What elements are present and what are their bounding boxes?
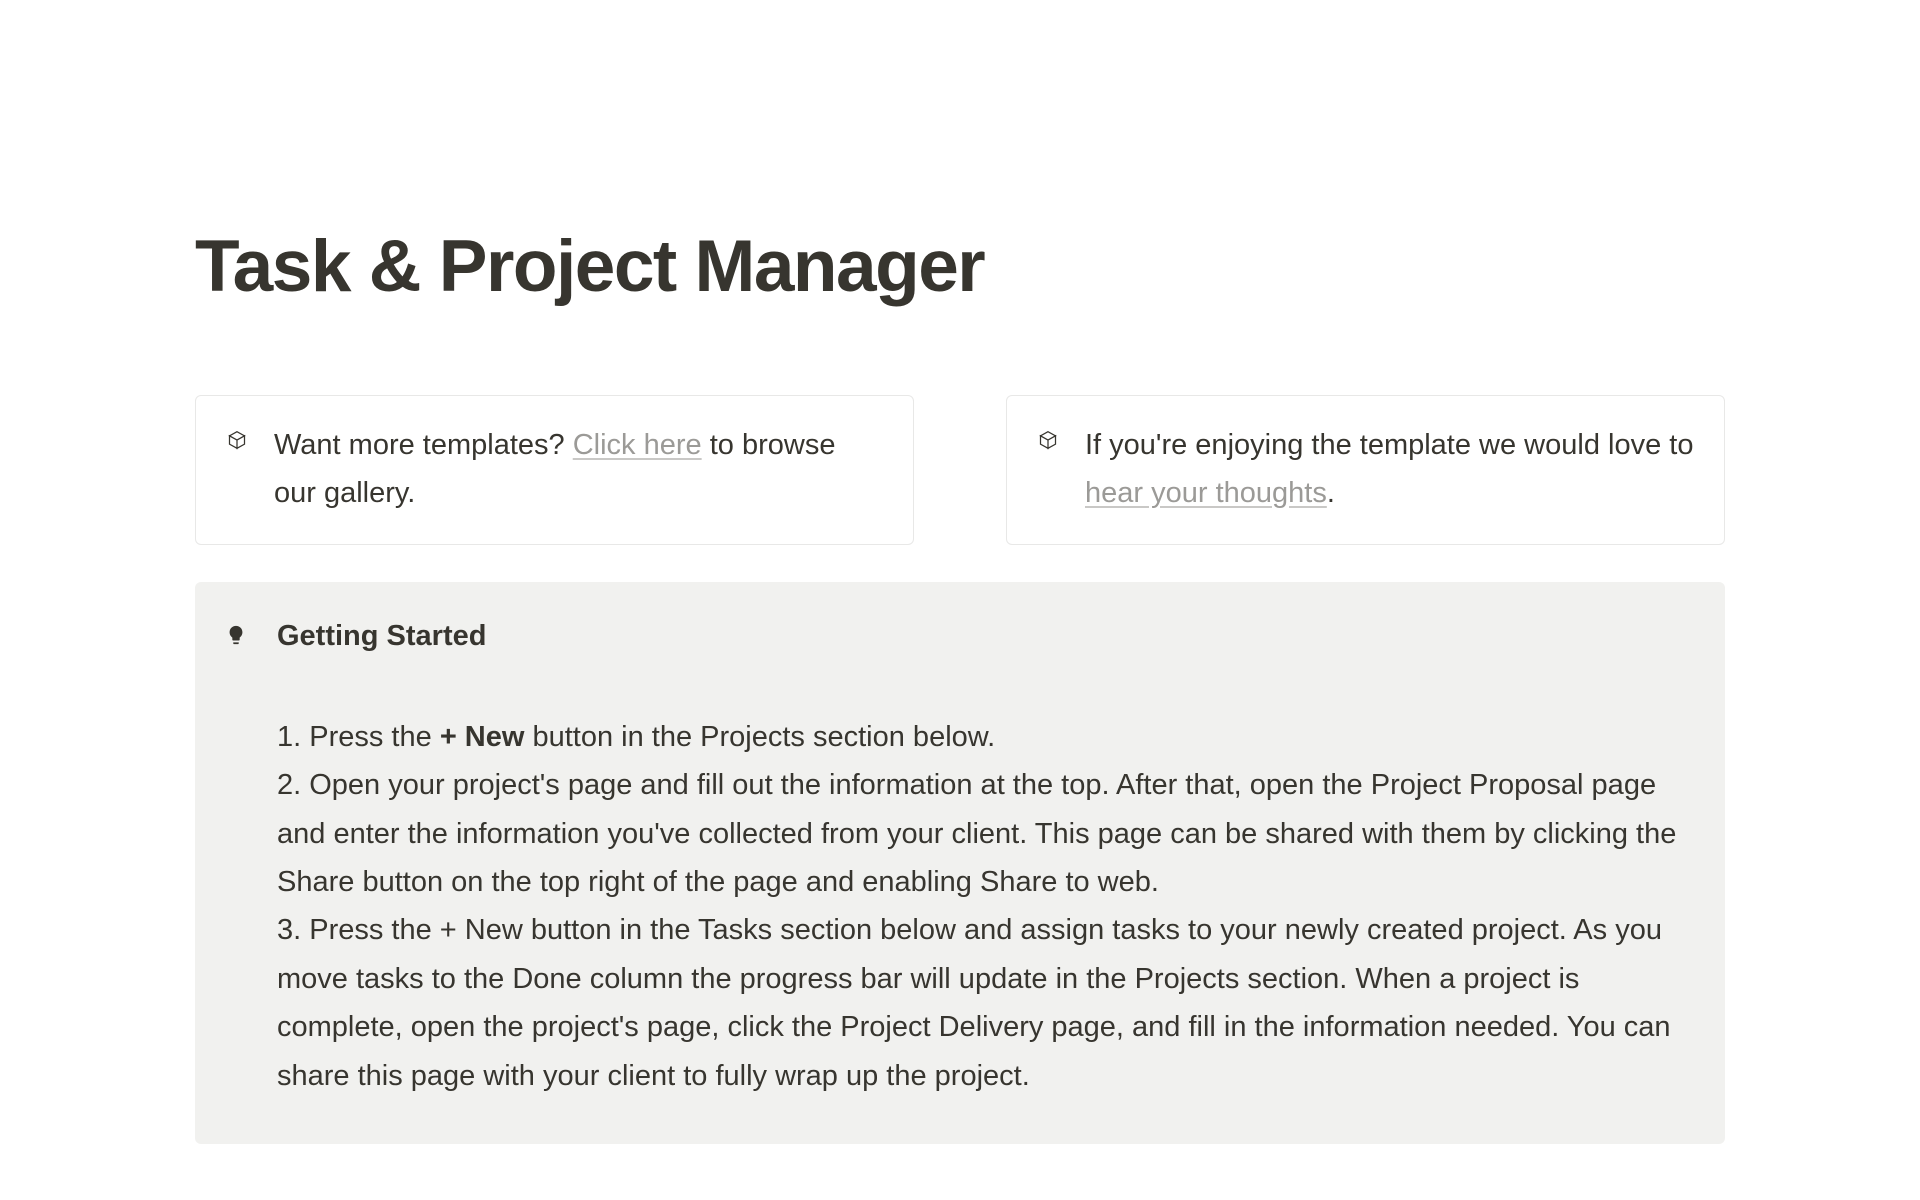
lightbulb-icon bbox=[225, 624, 247, 646]
callout-templates-text: Want more templates? Click here to brows… bbox=[274, 422, 883, 518]
callout-text-prefix: Want more templates? bbox=[274, 429, 573, 461]
getting-started-heading: Getting Started bbox=[277, 620, 1695, 653]
step-1: 1. Press the + New button in the Project… bbox=[277, 713, 1695, 761]
click-here-link[interactable]: Click here bbox=[573, 429, 702, 461]
step-2: 2. Open your project's page and fill out… bbox=[277, 761, 1695, 906]
page-content: Task & Project Manager Want more templat… bbox=[0, 0, 1920, 1144]
hear-your-thoughts-link[interactable]: hear your thoughts bbox=[1085, 477, 1327, 509]
getting-started-callout[interactable]: Getting Started 1. Press the + New butto… bbox=[195, 582, 1725, 1144]
callout-feedback-text: If you're enjoying the template we would… bbox=[1085, 422, 1694, 518]
step-1-bold: + New bbox=[440, 721, 525, 753]
getting-started-content: Getting Started 1. Press the + New butto… bbox=[277, 620, 1695, 1100]
cube-icon bbox=[1037, 429, 1059, 451]
page-title[interactable]: Task & Project Manager bbox=[195, 230, 1725, 303]
callout-text-prefix: If you're enjoying the template we would… bbox=[1085, 429, 1693, 461]
step-3: 3. Press the + New button in the Tasks s… bbox=[277, 906, 1695, 1100]
callout-templates[interactable]: Want more templates? Click here to brows… bbox=[195, 395, 914, 545]
callout-text-suffix: . bbox=[1327, 477, 1335, 509]
callout-row: Want more templates? Click here to brows… bbox=[195, 395, 1725, 545]
cube-icon bbox=[226, 429, 248, 451]
getting-started-steps: 1. Press the + New button in the Project… bbox=[277, 713, 1695, 1100]
step-1-suffix: button in the Projects section below. bbox=[524, 721, 995, 753]
callout-feedback[interactable]: If you're enjoying the template we would… bbox=[1006, 395, 1725, 545]
step-1-prefix: 1. Press the bbox=[277, 721, 440, 753]
